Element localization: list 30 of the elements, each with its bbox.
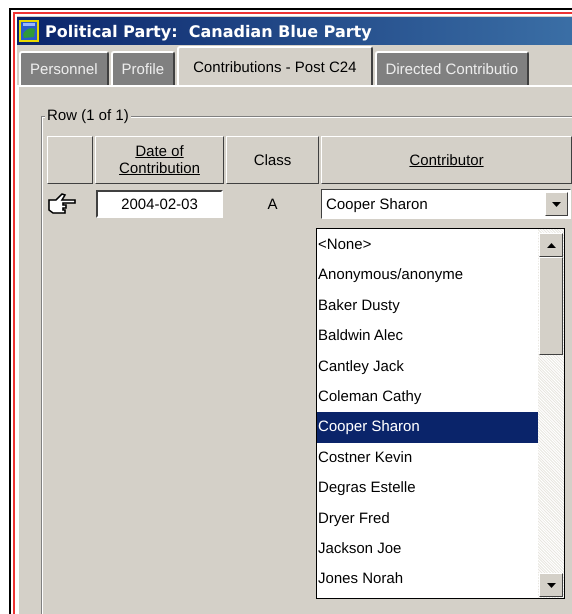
list-option[interactable]: Cooper Sharon bbox=[317, 412, 538, 443]
list-option[interactable]: Jackson Joe bbox=[317, 534, 538, 564]
list-option[interactable]: Costner Kevin bbox=[317, 442, 538, 474]
list-option[interactable]: Jones Norah bbox=[317, 564, 538, 595]
date-field[interactable]: 2004-02-03 bbox=[96, 190, 223, 218]
list-option[interactable]: Baker Dusty bbox=[317, 290, 538, 322]
down-arrow-icon bbox=[552, 202, 561, 206]
scroll-up-button[interactable] bbox=[539, 233, 563, 257]
dropdown-button[interactable] bbox=[545, 192, 568, 216]
column-header: Class bbox=[226, 136, 319, 184]
list-option[interactable]: Cantley Jack bbox=[317, 352, 538, 382]
app-icon bbox=[19, 20, 39, 42]
scroll-down-button[interactable] bbox=[539, 573, 563, 597]
tab[interactable]: Contributions - Post C24 bbox=[177, 46, 372, 85]
header-corner bbox=[47, 136, 93, 184]
list-option[interactable]: Baldwin Alec bbox=[317, 321, 538, 352]
column-header: Contributor bbox=[321, 136, 572, 184]
down-arrow-icon bbox=[546, 582, 556, 588]
column-header: Date of Contribution bbox=[95, 136, 224, 184]
list-option[interactable]: Degras Estelle bbox=[317, 473, 538, 504]
list-option[interactable]: Dryer Fred bbox=[317, 504, 538, 534]
class-cell: A bbox=[267, 196, 278, 212]
window-title: Political Party: Canadian Blue Party bbox=[45, 22, 372, 40]
scrollbar-thumb[interactable] bbox=[539, 257, 563, 355]
up-arrow-icon bbox=[546, 242, 556, 248]
contributor-combo[interactable]: Cooper Sharon bbox=[321, 189, 571, 219]
group-title: Row (1 of 1) bbox=[45, 107, 131, 124]
list-option[interactable]: Anonymous/anonyme bbox=[317, 260, 538, 291]
list-option[interactable]: Coleman Cathy bbox=[317, 382, 538, 412]
list-option[interactable]: <None> bbox=[317, 230, 538, 260]
